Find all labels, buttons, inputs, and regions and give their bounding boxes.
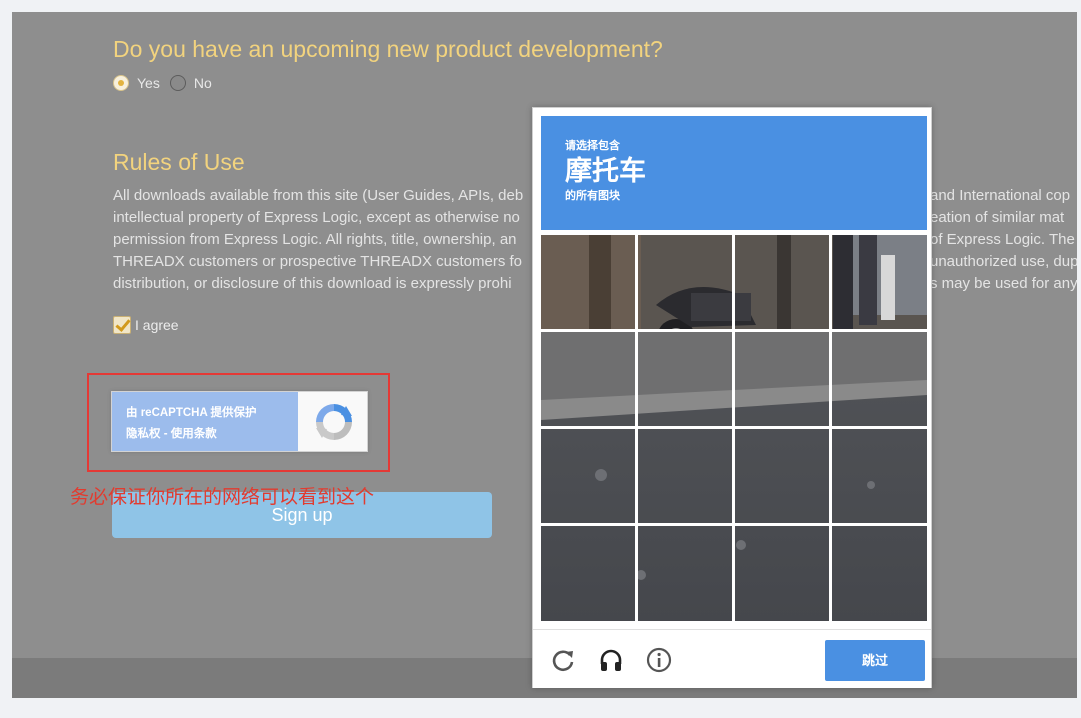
rules-line-right: eation of similar mat — [930, 209, 1065, 226]
product-dev-radio-group: Yes No — [113, 75, 222, 91]
agree-label: I agree — [135, 317, 179, 333]
challenge-prompt-top: 请选择包含 — [565, 140, 620, 152]
recaptcha-text: 由 reCAPTCHA 提供保护 隐私权 - 使用条款 — [112, 392, 298, 451]
recaptcha-protected-label: 由 reCAPTCHA 提供保护 — [126, 407, 257, 419]
rules-line-right: and International cop — [930, 187, 1071, 204]
challenge-footer: 跳过 — [533, 629, 931, 688]
recaptcha-privacy-terms-link[interactable]: 隐私权 - 使用条款 — [126, 424, 284, 445]
challenge-prompt-object: 摩托车 — [565, 156, 646, 186]
radio-no[interactable] — [169, 75, 186, 91]
challenge-header: 请选择包含 摩托车 的所有图块 — [541, 116, 927, 230]
skip-button[interactable]: 跳过 — [825, 640, 925, 681]
recaptcha-challenge-dialog: 请选择包含 摩托车 的所有图块 跳过 — [532, 107, 932, 688]
agree-checkbox-row[interactable]: I agree — [113, 316, 179, 334]
agree-checkbox[interactable] — [113, 316, 131, 334]
challenge-prompt-bottom: 的所有图块 — [565, 190, 620, 202]
rules-text-right: and International cop eation of similar … — [930, 185, 1077, 295]
info-icon[interactable] — [645, 646, 673, 674]
radio-no-label[interactable]: No — [194, 75, 212, 91]
audio-icon[interactable] — [597, 646, 625, 674]
rules-line-right: of Express Logic. The — [930, 231, 1075, 248]
challenge-street-image — [541, 235, 927, 621]
rules-line-right: s may be used for any — [930, 275, 1077, 292]
challenge-image-grid — [541, 235, 927, 621]
rules-title: Rules of Use — [113, 149, 245, 175]
radio-yes-label[interactable]: Yes — [137, 75, 160, 91]
reload-icon[interactable] — [549, 646, 577, 674]
rules-line-right: unauthorized use, dup — [930, 253, 1077, 270]
recaptcha-logo-icon — [316, 404, 352, 440]
annotation-note: 务必保证你所在的网络可以看到这个 — [70, 487, 375, 508]
question-heading: Do you have an upcoming new product deve… — [113, 36, 663, 62]
radio-yes[interactable] — [113, 75, 129, 91]
recaptcha-badge[interactable]: 由 reCAPTCHA 提供保护 隐私权 - 使用条款 — [111, 391, 368, 452]
